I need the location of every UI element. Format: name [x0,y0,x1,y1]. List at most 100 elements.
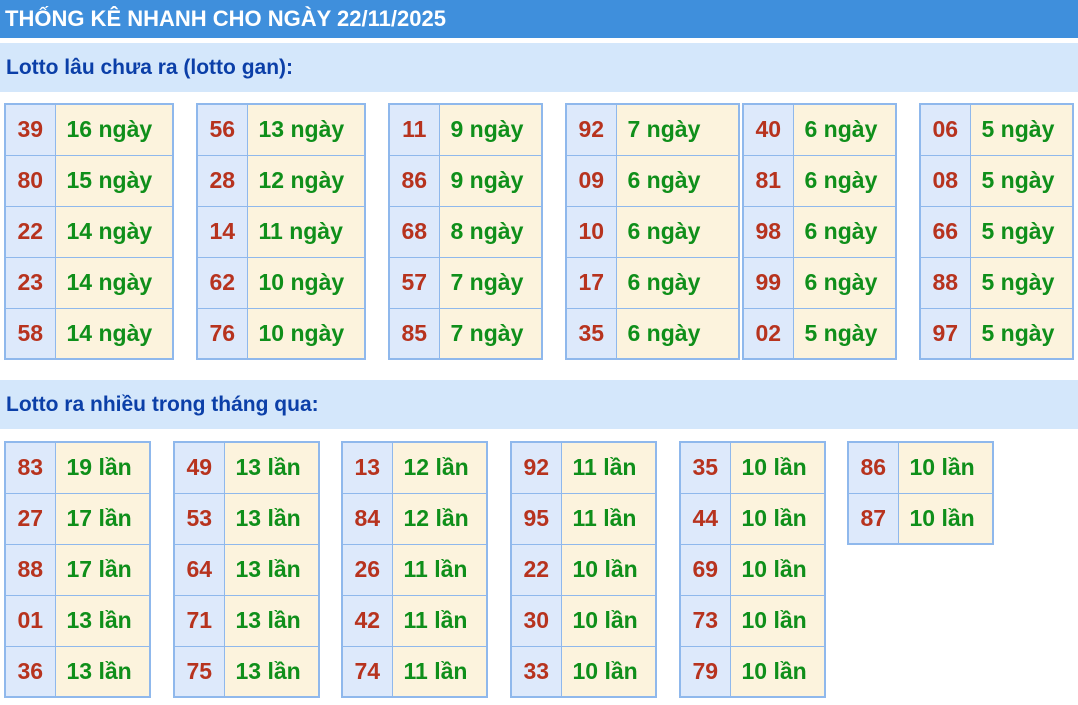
table-row: 64 13 lần [173,543,320,596]
table-row: 75 13 lần [173,645,320,698]
lotto-number: 99 [742,256,794,309]
table-row: 79 10 lần [679,645,826,698]
table-row: 26 11 lần [341,543,488,596]
table-row: 06 5 ngày [919,103,1074,156]
table-row: 40 6 ngày [742,103,897,156]
table-row: 28 12 ngày [196,154,366,207]
lotto-number: 11 [388,103,440,156]
lotto-count: 10 lần [729,492,826,545]
table-row: 95 11 lần [510,492,657,545]
lotto-number: 92 [565,103,617,156]
lotto-number: 27 [4,492,56,545]
lotto-number: 08 [919,154,971,207]
table-row: 80 15 ngày [4,154,174,207]
lotto-count: 10 lần [560,645,657,698]
table-row: 92 11 lần [510,441,657,494]
table-row: 86 10 lần [847,441,994,494]
lotto-count: 5 ngày [792,307,897,360]
lotto-count: 9 ngày [438,154,543,207]
lotto-count: 10 lần [560,543,657,596]
lotto-number: 22 [4,205,56,258]
table-row: 62 10 ngày [196,256,366,309]
lotto-count: 6 ngày [615,256,740,309]
lotto-count: 13 lần [223,441,320,494]
lotto-count: 12 ngày [246,154,366,207]
gan-table-4: 92 7 ngày 09 6 ngày 10 6 ngày 17 6 ngày 35 6 ngày [565,103,740,360]
table-row: 68 8 ngày [388,205,543,258]
table-row: 58 14 ngày [4,307,174,360]
lotto-number: 79 [679,645,731,698]
lotto-number: 97 [919,307,971,360]
lotto-number: 33 [510,645,562,698]
lotto-number: 28 [196,154,248,207]
lotto-number: 40 [742,103,794,156]
lotto-count: 12 lần [391,441,488,494]
nhieu-table-4: 92 11 lần 95 11 lần 22 10 lần 30 10 lần 33 10 lần [510,441,657,698]
table-row: 88 5 ngày [919,256,1074,309]
table-row: 88 17 lần [4,543,151,596]
lotto-count: 6 ngày [615,205,740,258]
lotto-count: 13 lần [223,645,320,698]
nhieu-table-3: 13 12 lần 84 12 lần 26 11 lần 42 11 lần 74 11 lần [341,441,488,698]
lotto-count: 8 ngày [438,205,543,258]
lotto-number: 66 [919,205,971,258]
lotto-count: 13 lần [54,594,151,647]
table-row: 17 6 ngày [565,256,740,309]
lotto-count: 14 ngày [54,256,174,309]
lotto-count: 10 lần [729,645,826,698]
lotto-number: 14 [196,205,248,258]
lotto-number: 84 [341,492,393,545]
table-row: 49 13 lần [173,441,320,494]
lotto-number: 58 [4,307,56,360]
table-row: 39 16 ngày [4,103,174,156]
gan-table-1: 39 16 ngày 80 15 ngày 22 14 ngày 23 14 ngày 58 14… [4,103,174,360]
lotto-number: 26 [341,543,393,596]
lotto-number: 95 [510,492,562,545]
lotto-count: 11 ngày [246,205,366,258]
lotto-count: 13 lần [223,543,320,596]
lotto-number: 86 [847,441,899,494]
table-row: 71 13 lần [173,594,320,647]
lotto-count: 6 ngày [792,256,897,309]
table-row: 22 14 ngày [4,205,174,258]
gan-table-5: 40 6 ngày 81 6 ngày 98 6 ngày 99 6 ngày 02 5 ngày [742,103,897,360]
lotto-count: 14 ngày [54,307,174,360]
table-row: 99 6 ngày [742,256,897,309]
table-row: 87 10 lần [847,492,994,545]
lotto-count: 11 lần [560,441,657,494]
lotto-count: 6 ngày [792,154,897,207]
table-row: 11 9 ngày [388,103,543,156]
table-row: 66 5 ngày [919,205,1074,258]
lotto-number: 83 [4,441,56,494]
lotto-number: 68 [388,205,440,258]
table-row: 83 19 lần [4,441,151,494]
gan-section-heading: Lotto lâu chưa ra (lotto gan): [0,43,1078,92]
table-row: 69 10 lần [679,543,826,596]
page-title: THỐNG KÊ NHANH CHO NGÀY 22/11/2025 [0,0,1078,38]
lotto-number: 71 [173,594,225,647]
table-row: 10 6 ngày [565,205,740,258]
table-row: 23 14 ngày [4,256,174,309]
lotto-count: 10 lần [729,594,826,647]
lotto-count: 19 lần [54,441,151,494]
lotto-count: 10 lần [729,441,826,494]
lotto-number: 23 [4,256,56,309]
table-row: 76 10 ngày [196,307,366,360]
lotto-number: 64 [173,543,225,596]
lotto-count: 7 ngày [438,307,543,360]
lotto-number: 88 [919,256,971,309]
lotto-number: 02 [742,307,794,360]
lotto-number: 09 [565,154,617,207]
lotto-count: 10 ngày [246,256,366,309]
lotto-count: 7 ngày [438,256,543,309]
lotto-number: 36 [4,645,56,698]
lotto-number: 35 [679,441,731,494]
table-row: 74 11 lần [341,645,488,698]
lotto-number: 17 [565,256,617,309]
table-row: 08 5 ngày [919,154,1074,207]
gan-table-2: 56 13 ngày 28 12 ngày 14 11 ngày 62 10 ngày 76 10… [196,103,366,360]
table-row: 44 10 lần [679,492,826,545]
lotto-number: 22 [510,543,562,596]
table-row: 09 6 ngày [565,154,740,207]
lotto-count: 10 lần [729,543,826,596]
